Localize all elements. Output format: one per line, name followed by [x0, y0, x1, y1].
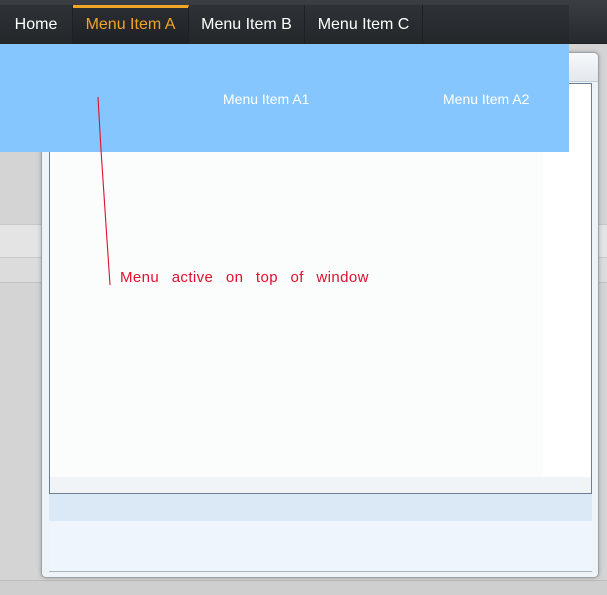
- submenu-item-a1[interactable]: Menu Item A1: [223, 90, 309, 108]
- top-navbar: Home Menu Item A Menu Item B Menu Item C: [0, 0, 607, 44]
- window-footer-bar: [49, 494, 592, 521]
- horizontal-scrollbar[interactable]: [0, 580, 607, 595]
- annotation-label: Menu active on top of window: [120, 269, 369, 286]
- nav-item-menu-b[interactable]: Menu Item B: [189, 5, 305, 44]
- nav-item-menu-a[interactable]: Menu Item A: [73, 5, 189, 44]
- content-bottom-panel: [50, 477, 591, 493]
- window-footer-area: [49, 521, 592, 572]
- nav-item-home[interactable]: Home: [0, 5, 73, 44]
- submenu-panel: Menu Item A1 Menu Item A2: [0, 44, 569, 152]
- navbar-filler: [423, 5, 569, 44]
- nav-item-menu-c[interactable]: Menu Item C: [305, 5, 423, 44]
- submenu-item-a2[interactable]: Menu Item A2: [443, 90, 529, 108]
